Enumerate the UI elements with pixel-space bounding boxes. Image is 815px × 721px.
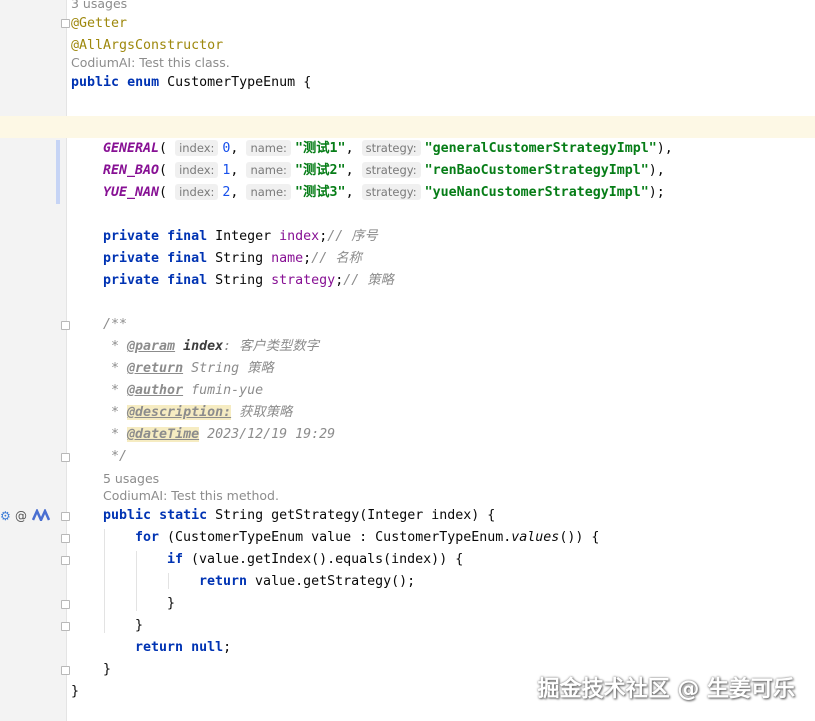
for-loop-line: for (CustomerTypeEnum value : CustomerTy… — [135, 530, 600, 545]
javadoc-open: /** — [103, 317, 128, 332]
close-brace: } — [167, 596, 176, 611]
field-line: private final String name;// 名称 — [103, 251, 362, 266]
javadoc-param: * @param index: 客户类型数字 — [103, 339, 319, 354]
return-null-line: return null; — [135, 640, 232, 655]
return-strategy-line: return value.getStrategy(); — [199, 574, 416, 589]
current-line-highlight — [0, 116, 815, 138]
fold-marker[interactable] — [61, 622, 70, 631]
code-line: @AllArgsConstructor — [71, 37, 223, 55]
annotation-allargs: @AllArgsConstructor — [71, 38, 224, 53]
fold-marker[interactable] — [61, 19, 70, 28]
indent-guide — [168, 573, 169, 589]
method-signature: public static String getStrategy(Integer… — [103, 508, 496, 523]
annotation-getter: @Getter — [71, 16, 128, 31]
enum-constant-line: YUE_NAN( index: 2, name: "测试3", strategy: "… — [103, 184, 665, 200]
if-line: if (value.getIndex().equals(index)) { — [167, 552, 464, 567]
indent-guide — [104, 529, 105, 633]
close-brace: } — [71, 684, 80, 699]
codium-class-hint[interactable]: CodiumAI: Test this class. — [71, 55, 230, 71]
javadoc-description: * @description: 获取策略 — [103, 405, 293, 420]
fold-marker[interactable] — [61, 512, 70, 521]
javadoc-return: * @return String 策略 — [103, 361, 274, 376]
field-line: private final Integer index;// 序号 — [103, 229, 378, 244]
usages-hint[interactable]: 3 usages — [71, 0, 127, 12]
fold-marker[interactable] — [61, 453, 70, 462]
codium-method-hint[interactable]: CodiumAI: Test this method. — [103, 488, 279, 504]
fold-marker[interactable] — [61, 666, 70, 675]
fold-marker[interactable] — [61, 321, 70, 330]
enum-declaration: public enum CustomerTypeEnum { — [71, 75, 312, 90]
codium-icon[interactable]: ⚙ — [0, 509, 11, 523]
enum-constant-line: GENERAL( index: 0, name: "测试1", strategy: "… — [103, 140, 673, 156]
fold-marker[interactable] — [61, 534, 70, 543]
at-icon[interactable]: @ — [15, 509, 27, 523]
fold-marker[interactable] — [61, 600, 70, 609]
watermark: 掘金技术社区 @ 生姜可乐 — [537, 677, 795, 702]
ai-assistant-icon[interactable] — [31, 507, 51, 524]
javadoc-datetime: * @dateTime 2023/12/19 19:29 — [103, 427, 336, 442]
fold-marker[interactable] — [61, 556, 70, 565]
usages-hint[interactable]: 5 usages — [103, 471, 159, 487]
vcs-change-marker[interactable] — [56, 140, 60, 204]
javadoc-close: */ — [103, 449, 128, 464]
editor-gutter — [0, 0, 67, 721]
field-line: private final String strategy;// 策略 — [103, 273, 394, 288]
javadoc-author: * @author fumin-yue — [103, 383, 264, 398]
enum-constant-line: REN_BAO( index: 1, name: "测试2", strategy: "… — [103, 162, 665, 178]
code-line: @Getter — [71, 15, 127, 33]
indent-guide — [136, 551, 137, 611]
close-brace: } — [103, 662, 112, 677]
close-brace: } — [135, 618, 144, 633]
